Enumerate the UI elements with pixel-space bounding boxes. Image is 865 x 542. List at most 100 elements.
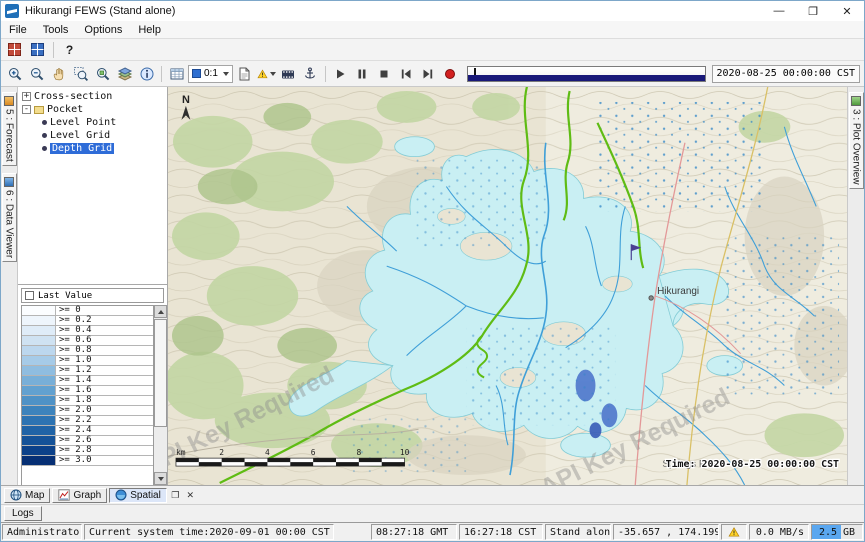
- scale-unit: km: [176, 448, 186, 457]
- legend-swatch: [22, 326, 56, 335]
- step-back-icon: [398, 66, 414, 82]
- warning-icon: [728, 526, 740, 538]
- legend-row: >= 3.0: [22, 456, 153, 466]
- tab-graph-label: Graph: [73, 490, 101, 501]
- plot-overview-tab-icon: [851, 96, 861, 106]
- legend-scrollbar[interactable]: [153, 305, 167, 485]
- map-canvas[interactable]: Hikurangi Springs Flat API Key Required …: [168, 87, 847, 485]
- scroll-track[interactable]: [154, 318, 167, 472]
- zoom-out-button[interactable]: [26, 64, 47, 83]
- collapse-icon[interactable]: -: [22, 105, 31, 114]
- pan-hand-icon: [51, 66, 67, 82]
- toolbar-separator: [53, 42, 54, 58]
- legend-swatch: [22, 306, 56, 315]
- tree-label: Cross-section: [34, 91, 112, 102]
- legend-swatch: [22, 346, 56, 355]
- legend-swatch: [22, 376, 56, 385]
- legend-swatch: [22, 366, 56, 375]
- menu-file[interactable]: File: [1, 21, 35, 38]
- pause-icon: [354, 66, 370, 82]
- help-button[interactable]: ?: [59, 40, 80, 59]
- expand-icon[interactable]: +: [22, 92, 31, 101]
- node-bullet-icon: [42, 133, 47, 138]
- graph-icon: [58, 489, 70, 501]
- timeseries-button[interactable]: [234, 64, 255, 83]
- forecast-tab-icon: [4, 96, 14, 106]
- application-window: Hikurangi FEWS (Stand alone) — ❐ ✕ File …: [0, 0, 865, 542]
- scroll-up-button[interactable]: [154, 305, 167, 318]
- stop-button[interactable]: [374, 64, 395, 83]
- zoom-region-button[interactable]: [70, 64, 91, 83]
- warnings-dropdown-button[interactable]: [256, 64, 277, 83]
- status-system-time: Current system time:2020-09-01 00:00 CST: [84, 524, 334, 540]
- layer-select-dropdown[interactable]: 0:1: [188, 65, 233, 83]
- tab-spatial[interactable]: Spatial: [109, 488, 167, 503]
- record-button[interactable]: [440, 64, 461, 83]
- logs-button[interactable]: Logs: [4, 506, 42, 521]
- warning-icon: [257, 66, 268, 82]
- scroll-thumb[interactable]: [154, 319, 167, 427]
- tree-item-pocket[interactable]: - Pocket: [18, 103, 167, 116]
- tab-plot-overview[interactable]: 3 : Plot Overview: [849, 92, 864, 189]
- record-icon: [442, 66, 458, 82]
- profile-tool-button[interactable]: [300, 64, 321, 83]
- menu-options[interactable]: Options: [76, 21, 130, 38]
- legend-swatch: [22, 336, 56, 345]
- last-value-checkbox[interactable]: [25, 291, 34, 300]
- tree-item-level-grid[interactable]: Level Grid: [18, 129, 167, 142]
- toolbar-separator: [325, 66, 326, 82]
- grid-display-button[interactable]: [166, 64, 187, 83]
- minimize-button[interactable]: —: [762, 1, 796, 21]
- maximize-button[interactable]: ❐: [796, 1, 830, 21]
- tree-item-cross-section[interactable]: + Cross-section: [18, 90, 167, 103]
- zoom-extent-button[interactable]: [92, 64, 113, 83]
- pause-button[interactable]: [352, 64, 373, 83]
- step-forward-button[interactable]: [418, 64, 439, 83]
- datetime-display[interactable]: 2020-08-25 00:00:00 CST: [712, 65, 860, 83]
- panel-close-button[interactable]: ✕: [184, 489, 197, 502]
- scale-tick: 4: [265, 448, 270, 457]
- tab-data-viewer-label: 6 : Data Viewer: [4, 190, 15, 258]
- tree-label: Level Grid: [50, 130, 110, 141]
- town-dot-icon: [649, 296, 653, 300]
- scale-tick: 8: [356, 448, 361, 457]
- folder-icon: [34, 106, 44, 114]
- tab-graph[interactable]: Graph: [52, 488, 107, 503]
- legend-value: >= 0.2: [56, 316, 92, 325]
- info-button[interactable]: [136, 64, 157, 83]
- menu-tools[interactable]: Tools: [35, 21, 77, 38]
- menu-help[interactable]: Help: [130, 21, 169, 38]
- panel-restore-button[interactable]: ❐: [169, 489, 182, 502]
- step-back-button[interactable]: [396, 64, 417, 83]
- zoom-in-button[interactable]: [4, 64, 25, 83]
- play-icon: [332, 66, 348, 82]
- tab-forecast[interactable]: 5 : Forecast: [2, 92, 17, 166]
- layers-button[interactable]: [114, 64, 135, 83]
- scroll-down-button[interactable]: [154, 472, 167, 485]
- legend-header-label: Last Value: [38, 291, 92, 301]
- pan-button[interactable]: [48, 64, 69, 83]
- layers-icon: [117, 66, 133, 82]
- blue-grid-button[interactable]: [27, 40, 48, 59]
- tab-map[interactable]: Map: [4, 488, 50, 503]
- scale-tick: 10: [400, 448, 410, 457]
- play-button[interactable]: [330, 64, 351, 83]
- tree-item-level-point[interactable]: Level Point: [18, 116, 167, 129]
- zoom-region-icon: [73, 66, 89, 82]
- main-toolbar: ?: [1, 39, 864, 61]
- node-bullet-icon: [42, 120, 47, 125]
- window-title: Hikurangi FEWS (Stand alone): [25, 5, 175, 17]
- legend-swatch: [22, 426, 56, 435]
- logs-row: Logs: [1, 504, 864, 522]
- timeline-slider[interactable]: [467, 66, 706, 82]
- legend-swatch: [22, 456, 56, 465]
- tab-spatial-label: Spatial: [130, 490, 161, 501]
- tree-item-depth-grid[interactable]: Depth Grid: [18, 142, 167, 155]
- globe-icon: [10, 489, 22, 501]
- animation-button[interactable]: [278, 64, 299, 83]
- map-label-hikurangi: Hikurangi: [657, 286, 699, 297]
- tab-data-viewer[interactable]: 6 : Data Viewer: [2, 173, 17, 262]
- animation-icon: [280, 66, 296, 82]
- close-button[interactable]: ✕: [830, 1, 864, 21]
- red-grid-button[interactable]: [4, 40, 25, 59]
